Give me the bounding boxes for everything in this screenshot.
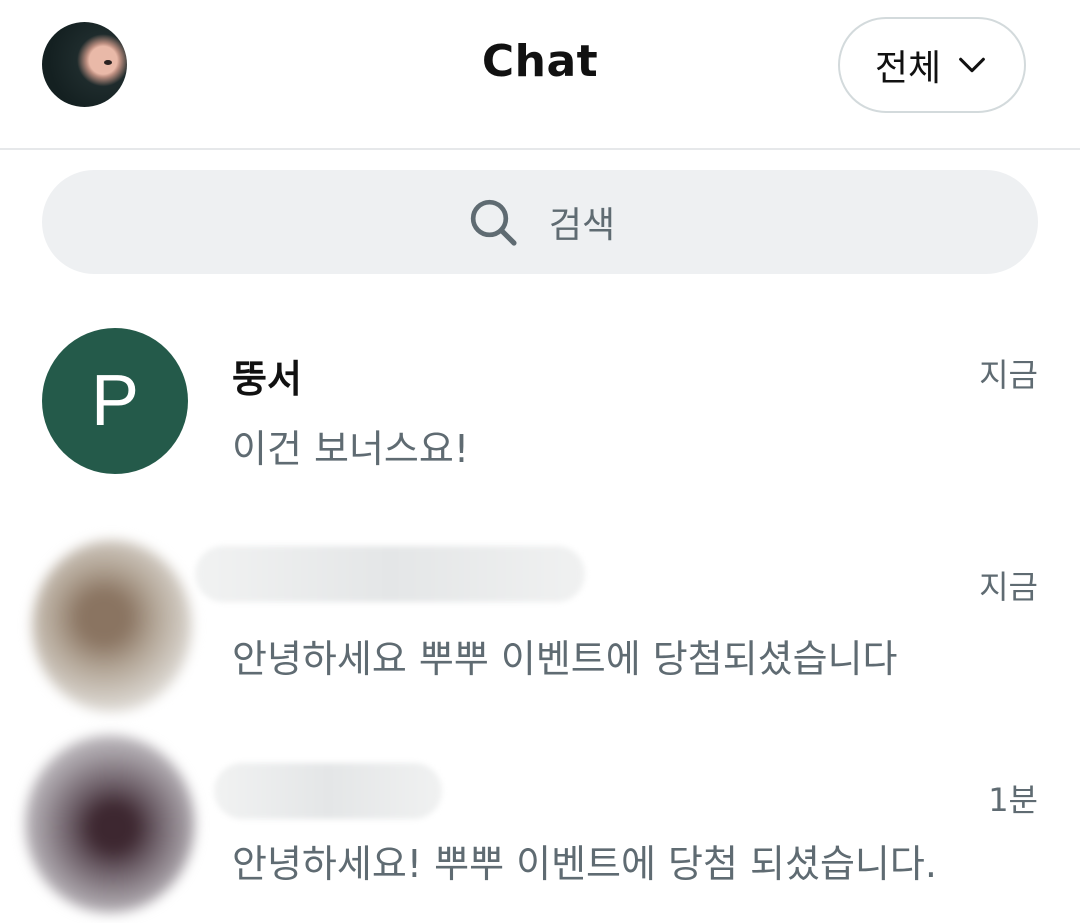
chat-message-preview: 안녕하세요 뿌뿌 이벤트에 당첨되셨습니다 bbox=[232, 637, 898, 681]
chat-time: 지금 bbox=[979, 568, 1038, 606]
chat-message-preview: 이건 보너스요! bbox=[232, 427, 470, 471]
filter-dropdown-button[interactable]: 전체 bbox=[838, 17, 1026, 113]
chat-list-item[interactable]: 1분 안녕하세요! 뿌뿌 이벤트에 당첨 되셨습니다. bbox=[0, 735, 1080, 920]
chat-name bbox=[214, 763, 442, 819]
chat-time: 1분 bbox=[988, 781, 1038, 819]
search-bar[interactable]: 검색 bbox=[42, 170, 1038, 274]
chevron-down-icon bbox=[959, 57, 986, 73]
chat-message-preview: 안녕하세요! 뿌뿌 이벤트에 당첨 되셨습니다. bbox=[232, 842, 937, 886]
chat-list-item[interactable]: P 뚱서 지금 이건 보너스요! bbox=[0, 328, 1080, 478]
chat-list-item[interactable]: 지금 안녕하세요 뿌뿌 이벤트에 당첨되셨습니다 bbox=[0, 530, 1080, 715]
chat-name bbox=[195, 546, 585, 602]
search-placeholder: 검색 bbox=[548, 205, 616, 246]
chat-name: 뚱서 bbox=[232, 357, 302, 401]
search-icon bbox=[470, 199, 517, 246]
top-bar: Chat 전체 bbox=[0, 0, 1080, 150]
avatar: P bbox=[42, 328, 188, 474]
avatar bbox=[32, 540, 192, 712]
chat-time: 지금 bbox=[979, 356, 1038, 394]
avatar bbox=[25, 735, 195, 913]
filter-label: 전체 bbox=[874, 48, 942, 89]
